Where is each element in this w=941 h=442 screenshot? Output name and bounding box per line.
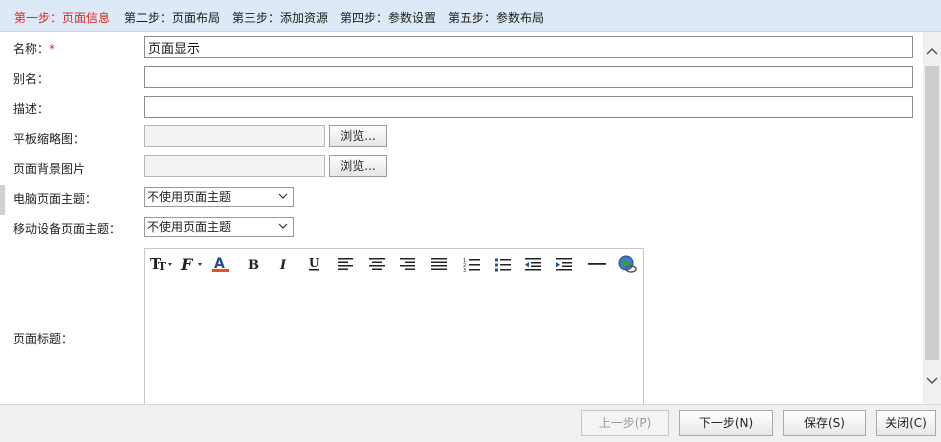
step-page-info[interactable]: 第一步：页面信息 [14,9,110,26]
horizontal-rule-icon[interactable] [587,255,607,273]
save-button[interactable]: 保存(S) [783,410,866,436]
next-step-button[interactable]: 下一步(N) [679,410,773,436]
name-label: 名称：* [13,42,56,56]
italic-icon[interactable]: I [276,255,292,273]
indent-icon[interactable] [555,255,573,273]
font-color-icon[interactable]: A [211,255,231,273]
svg-text:F: F [180,255,194,273]
step-param-layout[interactable]: 第五步：参数布局 [448,9,544,26]
link-globe-icon[interactable] [617,255,637,273]
description-label: 描述： [13,102,50,116]
font-family-icon[interactable]: F [180,255,204,273]
background-image-path[interactable] [144,155,325,177]
dialog-footer: 上一步(P) 下一步(N) 保存(S) 关闭(C) [0,404,941,442]
step-navigation: 第一步：页面信息 第二步：页面布局 第三步：添加资源 第四步：参数设置 第五步：… [0,0,941,32]
step-param-settings[interactable]: 第四步：参数设置 [340,9,436,26]
outdent-icon[interactable] [524,255,542,273]
tablet-thumbnail-label: 平板缩略图： [13,132,86,146]
close-button[interactable]: 关闭(C) [876,410,936,436]
pc-theme-select[interactable]: 不使用页面主题 [144,187,294,207]
mobile-theme-select[interactable]: 不使用页面主题 [144,217,294,237]
pc-theme-label: 电脑页面主题： [13,192,98,206]
step-add-resources[interactable]: 第三步：添加资源 [232,9,328,26]
bold-icon[interactable]: B [245,255,261,273]
svg-text:T: T [158,260,167,273]
justify-icon[interactable] [430,255,448,273]
scrollbar-thumb[interactable] [925,66,939,360]
alias-label: 别名： [13,72,50,86]
editor-toolbar: TT F A B I U 123 [145,249,643,279]
chevron-down-icon [278,193,288,199]
svg-text:U: U [309,256,320,270]
page-title-editor[interactable]: TT F A B I U 123 [144,248,644,408]
vertical-scrollbar[interactable] [923,32,941,404]
description-field[interactable] [144,96,913,118]
scroll-up-icon[interactable] [926,46,938,56]
previous-step-button[interactable]: 上一步(P) [581,410,669,436]
step-page-layout[interactable]: 第二步：页面布局 [124,9,220,26]
svg-text:I: I [279,258,287,273]
page-title-label: 页面标题： [13,332,74,346]
scroll-down-icon[interactable] [926,376,938,386]
unordered-list-icon[interactable] [494,255,512,273]
pc-theme-value: 不使用页面主题 [147,190,232,204]
align-right-icon[interactable] [399,255,417,273]
mobile-theme-label: 移动设备页面主题： [13,222,122,236]
name-field[interactable]: 页面显示 [144,36,913,58]
tablet-thumbnail-path[interactable] [144,125,325,147]
tablet-thumbnail-browse-button[interactable]: 浏览... [329,125,387,147]
svg-text:3: 3 [463,268,466,273]
background-image-browse-button[interactable]: 浏览... [329,155,387,177]
splitter-handle[interactable] [0,185,5,215]
mobile-theme-value: 不使用页面主题 [147,220,232,234]
align-left-icon[interactable] [337,255,355,273]
chevron-down-icon [278,223,288,229]
alias-field[interactable] [144,66,913,88]
background-image-label: 页面背景图片 [13,162,86,176]
ordered-list-icon[interactable]: 123 [463,255,481,273]
align-center-icon[interactable] [368,255,386,273]
font-size-icon[interactable]: TT [149,255,173,273]
svg-text:B: B [248,258,259,273]
required-marker: * [49,42,56,56]
underline-icon[interactable]: U [306,255,322,273]
